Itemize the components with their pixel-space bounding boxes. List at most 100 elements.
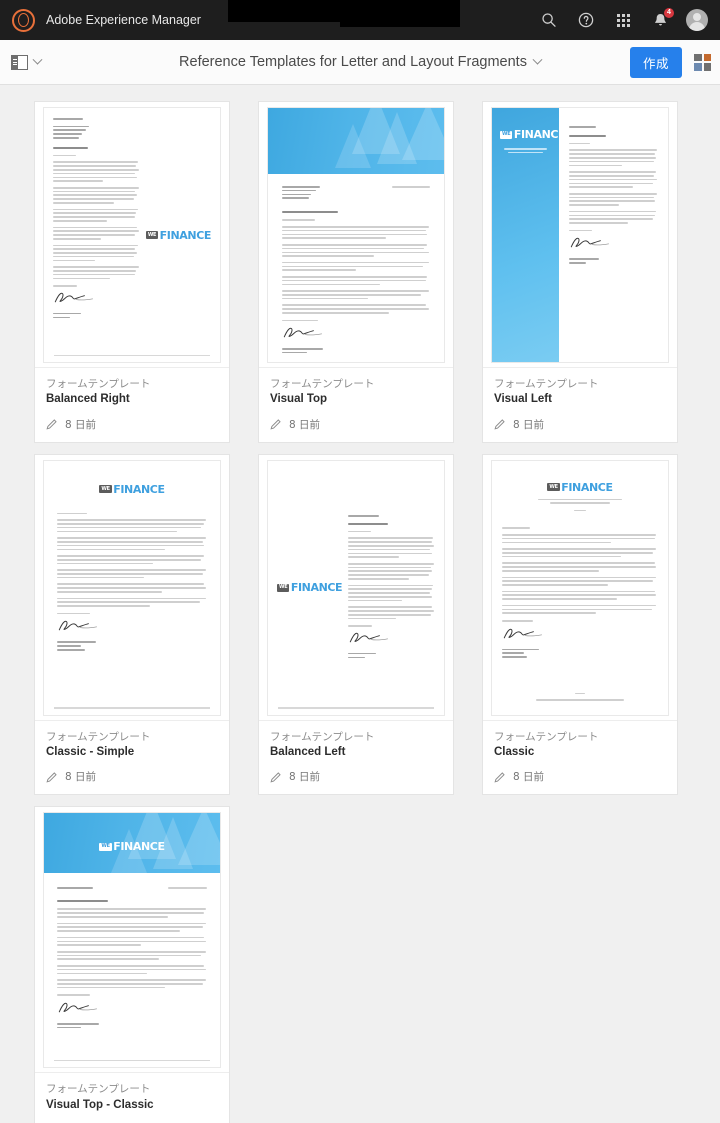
template-card[interactable]: WE FINANCE フォームテンプレート Classic - Simple 8 日前 [34, 453, 230, 796]
page-title: Reference Templates for Letter and Layou… [179, 54, 527, 70]
doc-paragraph [57, 936, 207, 946]
card-metadata: フォームテンプレート Classic - Simple 8 日前 [35, 719, 229, 795]
doc-paragraph [502, 604, 658, 614]
template-card-grid: WEFINANCEフォームテンプレートBalanced Right8 日前WEF… [0, 85, 720, 1123]
brand-mark: WE [99, 485, 112, 494]
toolbar-title-group: Reference Templates for Letter and Layou… [0, 54, 720, 70]
brand-logo: WEFINANCE [145, 228, 212, 242]
adobe-experience-manager-logo[interactable] [12, 8, 35, 32]
document-preview: WEFINANCE [267, 107, 445, 363]
user-avatar[interactable] [686, 9, 708, 31]
card-modified-date: 8 日前 [289, 418, 321, 431]
card-metadata: フォームテンプレートVisual Top - Classic8 日前 [35, 1072, 229, 1123]
doc-page-number [196, 707, 210, 709]
doc-footer-rule [278, 707, 434, 709]
doc-paragraph [53, 161, 140, 182]
doc-paragraph [348, 530, 435, 533]
doc-paragraph [53, 186, 140, 204]
template-card[interactable]: WE FINANCE フォームテンプレート Balanced Right 8 日前 [34, 101, 230, 443]
template-card[interactable]: WEFINANCE フォームテンプレートVisual Top - Classic8… [34, 806, 230, 1123]
side-panel-icon [11, 54, 28, 70]
help-icon[interactable] [575, 9, 597, 31]
doc-body [559, 108, 668, 362]
doc-paragraph [53, 226, 140, 240]
pencil-icon [270, 772, 281, 783]
card-metadata: フォームテンプレート Classic 8 日前 [483, 719, 677, 795]
template-card[interactable]: WEFINANCE フォームテンプレート Visual Left 8 日前 [482, 101, 678, 443]
card-type-label: フォームテンプレート [46, 1083, 151, 1096]
brand-word: FINANCE [159, 228, 212, 242]
card-metadata: フォームテンプレート Balanced Right 8 日前 [35, 367, 229, 442]
doc-paragraph [282, 276, 430, 286]
search-icon[interactable] [538, 9, 560, 31]
doc-paragraph [57, 537, 207, 551]
card-footer: 8 日前 [494, 417, 666, 432]
doc-paragraph [57, 950, 207, 961]
doc-paragraph [57, 583, 207, 593]
pencil-icon [270, 419, 281, 430]
doc-paragraph [53, 266, 140, 280]
card-thumbnail[interactable]: WEFINANCE [35, 454, 229, 720]
card-thumbnail[interactable]: WEFINANCE [483, 454, 677, 720]
doc-body: WEFINANCE [268, 174, 444, 362]
banner-triangle [177, 813, 220, 866]
document-preview: WEFINANCE [43, 812, 221, 1069]
card-footer: 8 日前 [270, 417, 442, 432]
card-type-label: フォームテンプレート [46, 378, 151, 390]
card-title: Balanced Right [46, 393, 130, 406]
template-card[interactable]: WE FINANCE フォームテンプレート Balanced Left 8 日前 [258, 453, 454, 796]
doc-paragraph [57, 922, 207, 932]
adobe-logo-inner-shape [18, 13, 29, 27]
brand-logo: WEFINANCE [547, 480, 613, 494]
card-footer: 8 日前 [46, 417, 218, 432]
signature-graphic [58, 1002, 97, 1013]
doc-top-banner: WE FINANCE [44, 813, 220, 874]
template-card[interactable]: WEFINANCE フォームテンプレート Visual Top 8 日前 [258, 101, 454, 443]
card-type-label: フォームテンプレート [494, 378, 599, 390]
global-header: Adobe Experience Manager 4 [0, 0, 720, 40]
doc-paragraph [568, 192, 658, 206]
toolbar-actions: 作成 [629, 46, 711, 78]
create-button[interactable]: 作成 [629, 46, 682, 78]
doc-page-number [196, 354, 210, 356]
doc-paragraph [502, 534, 658, 544]
notifications-bell-icon[interactable]: 4 [649, 8, 674, 31]
brand-mark: WE [99, 842, 112, 851]
doc-paragraph [568, 142, 658, 145]
document-preview: WEFINANCE [267, 459, 445, 716]
doc-paragraph [53, 154, 140, 157]
rail-toggle-button[interactable] [11, 54, 43, 70]
card-thumbnail[interactable]: WEFINANCE [35, 807, 229, 1073]
solutions-grid-icon[interactable] [612, 9, 634, 31]
card-thumbnail[interactable]: WEFINANCE [483, 102, 677, 367]
brand-word: FINANCE [513, 128, 559, 141]
card-title: Balanced Left [270, 745, 346, 758]
brand-logo: WEFINANCE [277, 582, 343, 593]
doc-body: WEFINANCE [44, 461, 220, 715]
card-metadata: フォームテンプレート Balanced Left 8 日前 [259, 719, 453, 795]
card-thumbnail[interactable]: WEFINANCE [35, 102, 229, 367]
brand-word: FINANCE [561, 480, 613, 494]
content-toolbar: Reference Templates for Letter and Layou… [0, 40, 720, 85]
doc-body: WEFINANCE [492, 461, 668, 715]
title-chevron-down-icon[interactable] [532, 54, 543, 65]
card-type-label: フォームテンプレート [494, 730, 599, 743]
signature-graphic [54, 292, 93, 303]
card-thumbnail[interactable]: WEFINANCE [259, 454, 453, 720]
doc-paragraph [57, 555, 207, 565]
card-title: Classic [494, 745, 535, 758]
signature-graphic [283, 327, 322, 338]
template-card[interactable]: WE FINANCE フォームテンプレート Classic 8 日前 [482, 453, 678, 796]
notification-count-badge: 4 [664, 8, 674, 18]
doc-paragraph [348, 562, 435, 580]
card-thumbnail[interactable]: WEFINANCE [259, 102, 453, 367]
card-type-label: フォームテンプレート [270, 730, 375, 743]
signature-graphic [58, 621, 97, 631]
doc-top-banner [268, 108, 444, 174]
doc-paragraph [57, 965, 207, 975]
card-footer: 8 日前 [46, 769, 218, 784]
doc-paragraph [348, 584, 435, 602]
doc-body [44, 873, 220, 1067]
view-switcher-icon[interactable] [694, 53, 711, 71]
doc-footer-rule [54, 354, 210, 356]
